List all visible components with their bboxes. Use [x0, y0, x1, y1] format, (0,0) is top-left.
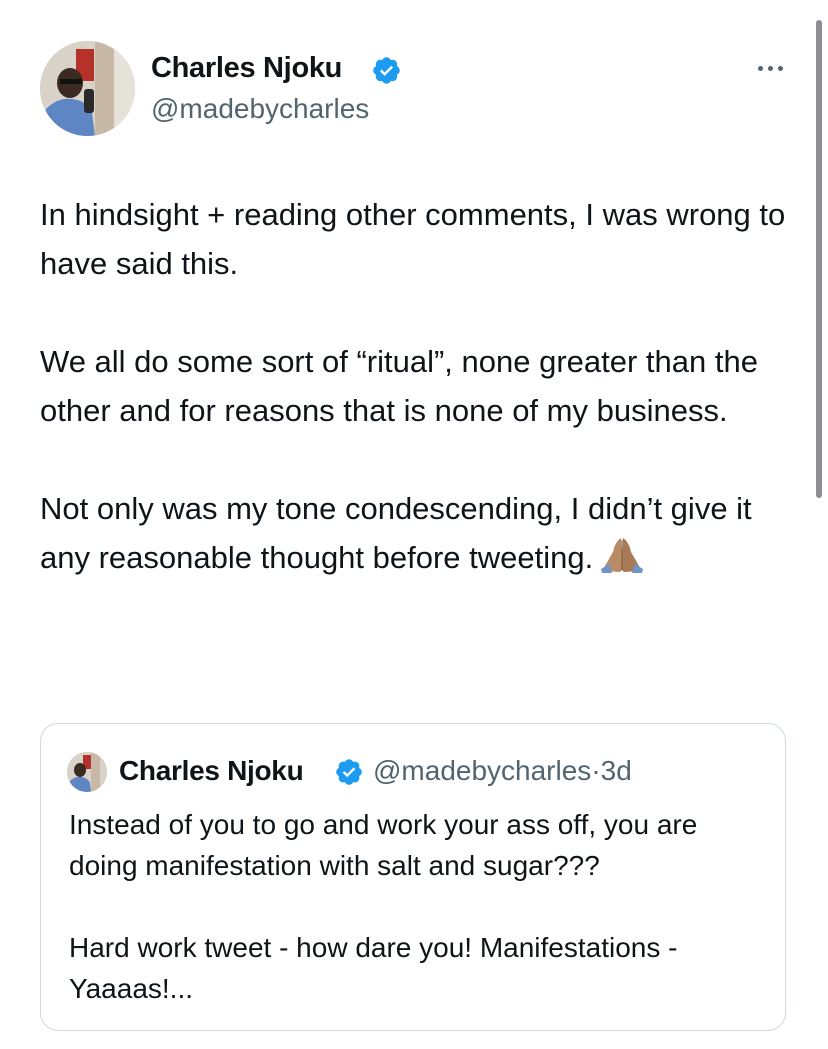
quoted-tweet-paragraph: Instead of you to go and work your ass o… — [69, 809, 698, 881]
more-horizontal-icon — [777, 65, 783, 71]
author-handle[interactable]: @madebycharles — [151, 93, 369, 125]
more-horizontal-icon — [767, 65, 773, 71]
tweet-paragraph: In hindsight + reading other comments, I… — [40, 197, 786, 281]
quoted-tweet-body: Instead of you to go and work your ass o… — [69, 804, 769, 1009]
tweet-body: In hindsight + reading other comments, I… — [40, 190, 800, 582]
quoted-tweet-card[interactable]: Charles Njoku @madebycharles·3d Instead … — [40, 723, 786, 1031]
verified-badge-icon — [336, 759, 362, 785]
avatar-photo — [67, 752, 107, 792]
folded-hands-emoji-icon — [601, 538, 644, 573]
quoted-tweet-time[interactable]: 3d — [601, 755, 632, 786]
meta-separator: · — [591, 755, 601, 786]
quoted-author-avatar[interactable] — [67, 752, 107, 792]
author-avatar[interactable] — [40, 41, 135, 136]
verified-badge-icon — [373, 57, 400, 84]
avatar-photo — [40, 41, 135, 136]
more-horizontal-icon — [757, 65, 763, 71]
author-display-name[interactable]: Charles Njoku — [151, 52, 342, 85]
tweet-paragraph: Not only was my tone condescending, I di… — [40, 484, 800, 582]
more-options-button[interactable] — [752, 58, 788, 78]
quoted-tweet-meta: @madebycharles·3d — [373, 755, 632, 787]
quoted-author-display-name[interactable]: Charles Njoku — [119, 755, 304, 787]
tweet-paragraph: We all do some sort of “ritual”, none gr… — [40, 344, 758, 428]
quoted-tweet-paragraph: Hard work tweet - how dare you! Manifest… — [69, 932, 678, 1004]
quoted-author-handle[interactable]: @madebycharles — [373, 755, 591, 786]
scrollbar[interactable] — [816, 20, 822, 498]
